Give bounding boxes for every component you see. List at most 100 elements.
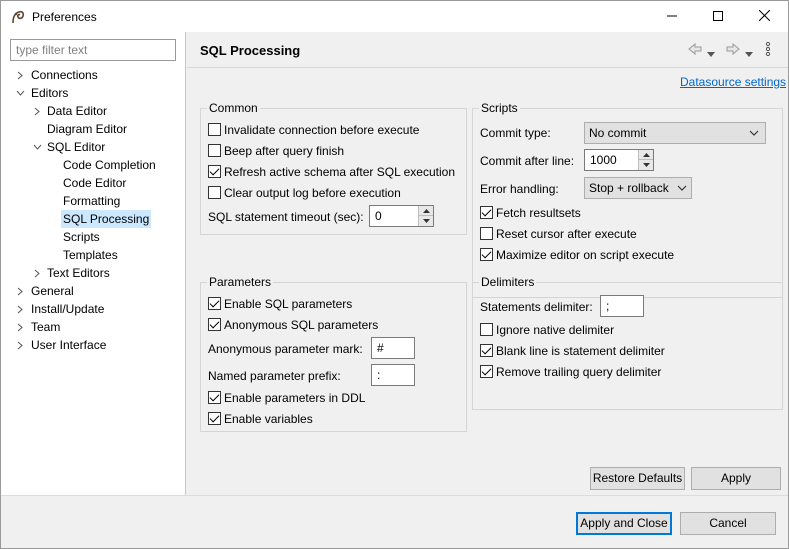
maximize-icon [713,10,723,24]
tree-item-label: Diagram Editor [47,122,128,136]
tree-item-label: General [31,284,74,298]
tree-item-label: Formatting [63,194,121,208]
tree-item-label: Text Editors [47,266,110,280]
chevron-down-icon[interactable] [32,138,42,156]
tree-item-label: Code Editor [63,176,127,190]
checkbox-box[interactable] [208,144,221,157]
spinner-arrows [638,150,653,170]
spinner-down-icon[interactable] [639,160,653,170]
chevron-right-icon[interactable] [15,318,25,336]
checkbox-box[interactable] [480,227,493,240]
tree-item-label: Data Editor [47,104,108,118]
tree-item-label: Connections [31,68,98,82]
spinner-arrows [418,206,433,226]
back-dropdown-icon[interactable] [707,46,715,60]
chevron-right-icon[interactable] [15,300,25,318]
checkbox-box[interactable] [208,186,221,199]
anonymous-mark-label: Anonymous parameter mark: [208,342,363,356]
checkbox-label: Enable variables [224,412,313,426]
restore-defaults-button[interactable]: Restore Defaults [590,467,685,490]
page-navigation [687,41,782,60]
checkbox-label: Refresh active schema after SQL executio… [224,165,455,179]
checkbox-label: Enable parameters in DDL [224,391,366,405]
back-arrow-icon[interactable] [687,42,703,59]
chevron-right-icon[interactable] [15,336,25,354]
error-handling-select[interactable]: Stop + rollback [584,177,692,199]
checkbox-label: Anonymous SQL parameters [224,318,379,332]
checkbox-label: Ignore native delimiter [496,323,615,337]
parameters-group-title: Parameters [207,275,274,289]
tree-item-label: Install/Update [31,302,105,316]
tree-item-label: Code Completion [63,158,156,172]
checkbox-box[interactable] [208,165,221,178]
commit-after-line-label: Commit after line: [480,154,575,168]
checkbox-box[interactable] [480,323,493,336]
commit-type-label: Commit type: [480,126,551,140]
app-icon [10,9,26,25]
spinner-down-icon[interactable] [419,216,433,226]
view-menu-icon[interactable] [765,41,771,59]
checkbox-label: Remove trailing query delimiter [496,365,662,379]
error-handling-label: Error handling: [480,182,559,196]
forward-arrow-icon[interactable] [725,42,741,59]
error-handling-value: Stop + rollback [589,181,669,195]
spinner-up-icon[interactable] [419,206,433,216]
tree-item-label: Scripts [63,230,100,244]
checkbox-box[interactable] [480,344,493,357]
commit-after-line-value: 1000 [590,153,617,167]
close-button[interactable] [741,1,787,32]
scripts-group: Scripts Commit type: No commit Commit af… [472,101,783,298]
checkbox-label: Beep after query finish [224,144,345,158]
tree-item-label: Editors [31,86,69,100]
page-title: SQL Processing [200,43,301,58]
commit-after-line-spinner[interactable]: 1000 [584,149,654,171]
filter-input[interactable] [10,39,176,61]
window-title: Preferences [32,10,97,24]
commit-type-select[interactable]: No commit [584,122,766,144]
preference-page: SQL Processing Datasource settings Commo… [187,32,788,495]
chevron-right-icon[interactable] [15,66,25,84]
checkbox-box[interactable] [480,365,493,378]
parameters-group: Parameters Enable SQL parameters Anonymo… [200,275,467,432]
cancel-button[interactable]: Cancel [680,512,776,535]
named-prefix-input[interactable]: : [371,364,415,386]
title-bar[interactable]: Preferences [1,1,788,32]
checkbox-box[interactable] [480,206,493,219]
checkbox-label: Fetch resultsets [496,206,581,220]
named-prefix-label: Named parameter prefix: [208,369,341,383]
timeout-value: 0 [375,209,382,223]
checkbox-label: Blank line is statement delimiter [496,344,665,358]
statements-delimiter-input[interactable]: ; [600,295,644,317]
checkbox-box[interactable] [208,391,221,404]
dialog-button-bar: Apply and Close Cancel [1,495,788,548]
apply-and-close-button[interactable]: Apply and Close [576,512,672,535]
forward-dropdown-icon[interactable] [745,46,753,60]
chevron-down-icon [677,182,687,197]
anonymous-mark-input[interactable]: # [371,337,415,359]
common-group-title: Common [207,101,260,115]
tree-item-label: Templates [63,248,118,262]
timeout-label: SQL statement timeout (sec): [208,210,364,224]
checkbox-label: Enable SQL parameters [224,297,353,311]
timeout-spinner[interactable]: 0 [369,205,434,227]
datasource-settings-link[interactable]: Datasource settings [680,75,786,89]
checkbox-box[interactable] [208,318,221,331]
minimize-button[interactable] [649,1,695,32]
checkbox-box[interactable] [208,412,221,425]
chevron-right-icon[interactable] [15,282,25,300]
checkbox-box[interactable] [208,123,221,136]
maximize-button[interactable] [695,1,741,32]
preferences-tree-pane: Connections Editors Data Editor Diagram … [1,32,186,495]
spinner-up-icon[interactable] [639,150,653,160]
chevron-down-icon[interactable] [15,84,25,102]
close-icon [758,9,770,24]
checkbox-label: Invalidate connection before execute [224,123,420,137]
chevron-right-icon[interactable] [32,264,42,282]
chevron-right-icon[interactable] [32,102,42,120]
checkbox-box[interactable] [480,248,493,261]
tree-item-label: SQL Editor [47,140,106,154]
apply-button[interactable]: Apply [691,467,781,490]
minimize-icon [667,10,677,24]
checkbox-box[interactable] [208,297,221,310]
statements-delimiter-label: Statements delimiter: [480,300,593,314]
